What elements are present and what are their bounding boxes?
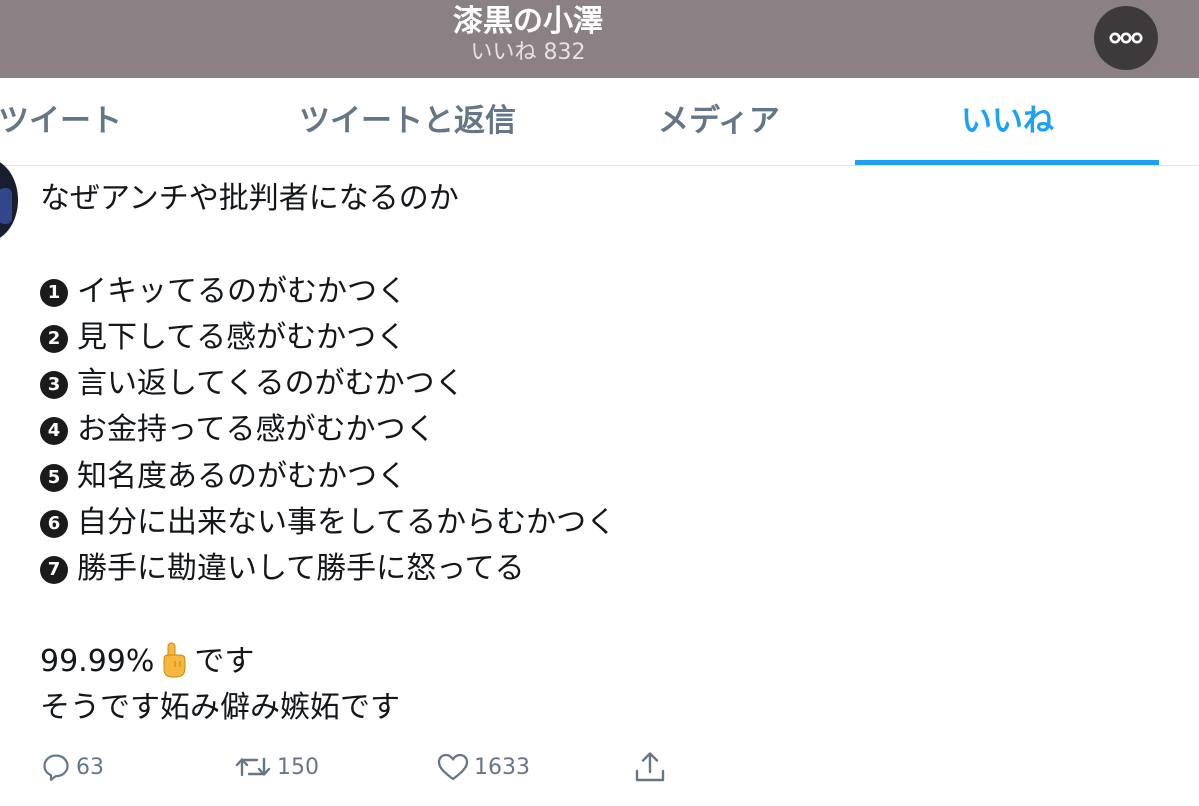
share-button[interactable] bbox=[633, 742, 671, 792]
tweet-text: なぜアンチや批判者になるのか 1 イキッてるのがむかつく 2 見下してる感がむかつく… bbox=[40, 176, 1180, 732]
number-badge-icon: 3 bbox=[40, 371, 68, 400]
list-item: 6 自分に出来ない事をしてるからむかつく bbox=[40, 500, 1180, 546]
avatar-image bbox=[0, 188, 12, 224]
list-item: 4 お金持ってる感がむかつく bbox=[40, 407, 1180, 453]
more-horizontal-icon bbox=[1109, 32, 1143, 44]
tweet-line: なぜアンチや批判者になるのか bbox=[40, 181, 459, 216]
tweet-percent-line: 99.99% です bbox=[40, 639, 1180, 685]
tweet-actions: 63 150 1633 bbox=[0, 742, 1199, 792]
reply-count: 63 bbox=[76, 754, 104, 780]
retweet-button[interactable]: 150 bbox=[233, 742, 319, 792]
list-item-text: 見下してる感がむかつく bbox=[77, 319, 407, 355]
list-item: 2 見下してる感がむかつく bbox=[40, 315, 1180, 361]
percent-suffix: です bbox=[194, 643, 255, 679]
list-item-text: 自分に出来ない事をしてるからむかつく bbox=[77, 505, 617, 541]
reply-button[interactable]: 63 bbox=[40, 742, 104, 792]
avatar[interactable] bbox=[0, 158, 18, 242]
list-item: 7 勝手に勘違いして勝手に怒ってる bbox=[40, 546, 1180, 592]
tab-tweets-and-replies[interactable]: ツイートと返信 bbox=[299, 78, 516, 165]
share-icon bbox=[635, 752, 665, 782]
list-item: 5 知名度あるのがむかつく bbox=[40, 454, 1180, 500]
profile-tabs: ツイート ツイートと返信 メディア いいね bbox=[0, 78, 1199, 166]
retweet-icon bbox=[235, 757, 271, 777]
like-button[interactable]: 1633 bbox=[436, 742, 530, 792]
likes-count-subtitle: いいね 832 bbox=[470, 40, 586, 65]
list-item-text: 言い返してくるのがむかつく bbox=[77, 366, 465, 402]
tab-tweets[interactable]: ツイート bbox=[0, 78, 122, 165]
list-item-text: 知名度あるのがむかつく bbox=[77, 458, 407, 494]
number-badge-icon: 5 bbox=[40, 463, 68, 492]
retweet-count: 150 bbox=[277, 754, 319, 780]
number-badge-icon: 4 bbox=[40, 417, 68, 446]
number-badge-icon: 2 bbox=[40, 324, 68, 353]
reply-icon bbox=[43, 754, 69, 781]
profile-name: 漆黒の小澤 bbox=[453, 4, 603, 39]
list-item: 3 言い返してくるのがむかつく bbox=[40, 361, 1180, 407]
tweet-line: そうです妬み僻み嫉妬です bbox=[40, 690, 400, 726]
active-tab-indicator bbox=[855, 160, 1159, 165]
like-count: 1633 bbox=[474, 754, 530, 780]
percent-text: 99.99% bbox=[40, 643, 155, 679]
list-item-text: 勝手に勘違いして勝手に怒ってる bbox=[77, 551, 525, 587]
number-badge-icon: 7 bbox=[40, 556, 68, 585]
tab-media[interactable]: メディア bbox=[658, 78, 780, 165]
number-badge-icon: 1 bbox=[40, 278, 68, 307]
list-item-text: イキッてるのがむかつく bbox=[77, 273, 407, 309]
number-badge-icon: 6 bbox=[40, 510, 68, 539]
like-icon bbox=[437, 753, 469, 781]
pointing-hand-icon bbox=[163, 642, 186, 678]
more-button[interactable] bbox=[1094, 6, 1158, 70]
list-item-text: お金持ってる感がむかつく bbox=[77, 412, 436, 448]
list-item: 1 イキッてるのがむかつく bbox=[40, 269, 1180, 315]
tab-likes[interactable]: いいね bbox=[961, 78, 1054, 165]
profile-header: 漆黒の小澤 いいね 832 bbox=[0, 0, 1199, 78]
